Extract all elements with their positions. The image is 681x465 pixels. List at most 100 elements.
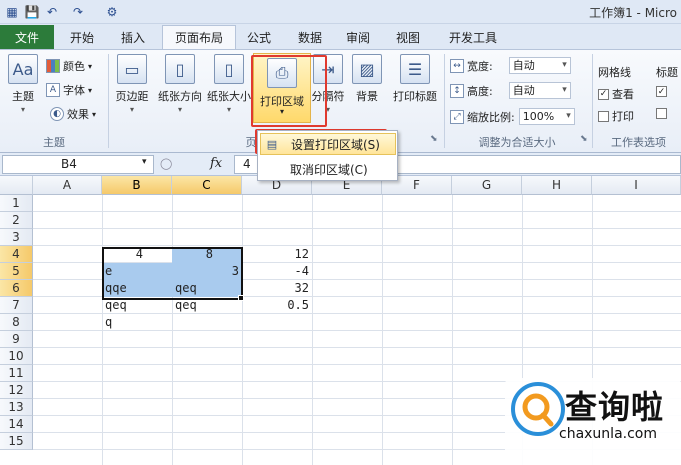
group-divider xyxy=(592,54,593,148)
col-header-B[interactable]: B xyxy=(102,176,172,195)
menu-item-clear-print-area[interactable]: 取消印区域(C) xyxy=(260,158,396,180)
margins-label: 页边距 xyxy=(115,90,149,103)
gridlines-view-label: 查看 xyxy=(612,88,634,101)
row-header-14[interactable]: 14 xyxy=(0,416,33,433)
row-header-8[interactable]: 8 xyxy=(0,314,33,331)
tab-file[interactable]: 文件 xyxy=(0,25,54,49)
background-button[interactable]: ▨ 背景 xyxy=(350,54,384,104)
margins-icon: ▭ xyxy=(117,54,147,84)
tab-data[interactable]: 数据 xyxy=(290,25,330,49)
effects-icon: ◐ xyxy=(50,107,64,121)
height-icon: ↕ xyxy=(450,83,464,98)
width-dropdown[interactable]: 自动 xyxy=(508,57,571,74)
fill-handle[interactable] xyxy=(238,295,244,301)
menu-item-set-print-area[interactable]: ▤ 设置打印区域(S) xyxy=(260,133,396,155)
title-bar: ▦ 💾 ↶ ↷ ⚙ 工作簿1 - Micro xyxy=(0,0,681,24)
dialog-launcher-icon[interactable]: ⬊ xyxy=(430,134,438,144)
save-icon[interactable]: 💾 xyxy=(24,4,40,20)
row-header-3[interactable]: 3 xyxy=(0,229,33,246)
theme-colors-button[interactable]: 颜色 ▾ xyxy=(46,58,92,74)
theme-effects-button[interactable]: ◐ 效果 ▾ xyxy=(50,106,96,122)
cell-D7[interactable]: 0.5 xyxy=(242,297,312,314)
gridline xyxy=(33,347,681,348)
col-header-C[interactable]: C xyxy=(172,176,242,195)
row-header-6[interactable]: 6 xyxy=(0,280,33,297)
scale-width-row: ↔ 宽度: 自动 xyxy=(450,57,571,74)
checkbox-checked-icon[interactable]: ✓ xyxy=(598,88,609,100)
chevron-down-icon: ▾ xyxy=(129,105,134,114)
name-box[interactable]: B4 xyxy=(2,155,154,174)
themes-button[interactable]: Aa 主题 ▾ xyxy=(6,54,40,114)
row-header-9[interactable]: 9 xyxy=(0,331,33,348)
gridlines-print-option[interactable]: 打印 xyxy=(598,108,634,124)
row-header-15[interactable]: 15 xyxy=(0,433,33,450)
cell-D4[interactable]: 12 xyxy=(242,246,312,263)
fx-icon[interactable]: fx xyxy=(210,156,222,171)
row-header-2[interactable]: 2 xyxy=(0,212,33,229)
themes-label: 主题 xyxy=(12,90,34,103)
height-dropdown[interactable]: 自动 xyxy=(508,82,571,99)
tab-view[interactable]: 视图 xyxy=(388,25,428,49)
select-all-corner[interactable] xyxy=(0,176,33,195)
ribbon-tabs: 文件 开始 插入 页面布局 公式 数据 审阅 视图 开发工具 xyxy=(0,24,681,49)
print-titles-label: 打印标题 xyxy=(393,90,437,103)
height-label: 高度: xyxy=(467,84,493,98)
row-header-12[interactable]: 12 xyxy=(0,382,33,399)
chevron-down-icon: ▾ xyxy=(226,105,231,114)
gridline xyxy=(33,364,681,365)
size-button[interactable]: ▯ 纸张大小 ▾ xyxy=(206,54,252,114)
theme-fonts-label: 字体 xyxy=(63,84,85,97)
window-title: 工作簿1 - Micro xyxy=(589,6,677,20)
print-titles-button[interactable]: ☰ 打印标题 xyxy=(388,54,442,104)
checkbox-checked-icon[interactable]: ✓ xyxy=(656,86,667,97)
group-label-sheet-options: 工作表选项 xyxy=(611,136,666,149)
col-header-I[interactable]: I xyxy=(592,176,681,195)
chevron-down-icon: ▾ xyxy=(177,105,182,114)
zoom-icon: ⤢ xyxy=(450,109,464,124)
group-label-scale: 调整为合适大小 xyxy=(478,136,556,149)
highlight-print-area-button xyxy=(251,55,327,127)
themes-icon: Aa xyxy=(8,54,38,84)
orientation-button[interactable]: ▯ 纸张方向 ▾ xyxy=(156,54,204,114)
resize-handle-icon[interactable]: ◯ xyxy=(160,157,172,170)
print-titles-icon: ☰ xyxy=(400,54,430,84)
col-header-G[interactable]: G xyxy=(452,176,522,195)
group-label-themes: 主题 xyxy=(43,136,65,149)
col-header-A[interactable]: A xyxy=(33,176,102,195)
tab-page-layout[interactable]: 页面布局 xyxy=(162,25,236,49)
checkbox-icon[interactable] xyxy=(656,108,667,119)
checkbox-icon[interactable] xyxy=(598,110,609,122)
tab-review[interactable]: 审阅 xyxy=(338,25,378,49)
row-header-7[interactable]: 7 xyxy=(0,297,33,314)
cell-B8[interactable]: q xyxy=(102,314,172,331)
row-header-5[interactable]: 5 xyxy=(0,263,33,280)
row-header-1[interactable]: 1 xyxy=(0,195,33,212)
headings-print-option[interactable] xyxy=(656,108,670,119)
theme-fonts-button[interactable]: A 字体 ▾ xyxy=(46,82,92,98)
row-header-4[interactable]: 4 xyxy=(0,246,33,263)
tab-insert[interactable]: 插入 xyxy=(110,25,156,49)
cell-D6[interactable]: 32 xyxy=(242,280,312,297)
col-header-H[interactable]: H xyxy=(522,176,592,195)
chevron-down-icon[interactable]: ▾ xyxy=(142,157,147,167)
row-header-10[interactable]: 10 xyxy=(0,348,33,365)
customize-icon[interactable]: ⚙ xyxy=(104,4,120,20)
margins-button[interactable]: ▭ 页边距 ▾ xyxy=(110,54,154,114)
dialog-launcher-icon[interactable]: ⬊ xyxy=(580,134,588,144)
background-image-icon: ▨ xyxy=(352,54,382,84)
tab-home[interactable]: 开始 xyxy=(58,25,106,49)
tab-formulas[interactable]: 公式 xyxy=(240,25,278,49)
group-divider xyxy=(108,54,109,148)
tab-developer[interactable]: 开发工具 xyxy=(442,25,504,49)
theme-colors-label: 颜色 xyxy=(63,60,85,73)
scale-spinner[interactable]: 100% xyxy=(518,108,575,125)
gridlines-view-option[interactable]: ✓ 查看 xyxy=(598,86,634,102)
cell-D5[interactable]: -4 xyxy=(242,263,312,280)
search-logo-icon xyxy=(511,382,565,436)
page-icon: ▤ xyxy=(266,137,278,151)
redo-icon[interactable]: ↷ xyxy=(70,4,86,20)
undo-icon[interactable]: ↶ xyxy=(44,4,60,20)
headings-view-option[interactable]: ✓ xyxy=(656,86,670,97)
row-header-11[interactable]: 11 xyxy=(0,365,33,382)
row-header-13[interactable]: 13 xyxy=(0,399,33,416)
